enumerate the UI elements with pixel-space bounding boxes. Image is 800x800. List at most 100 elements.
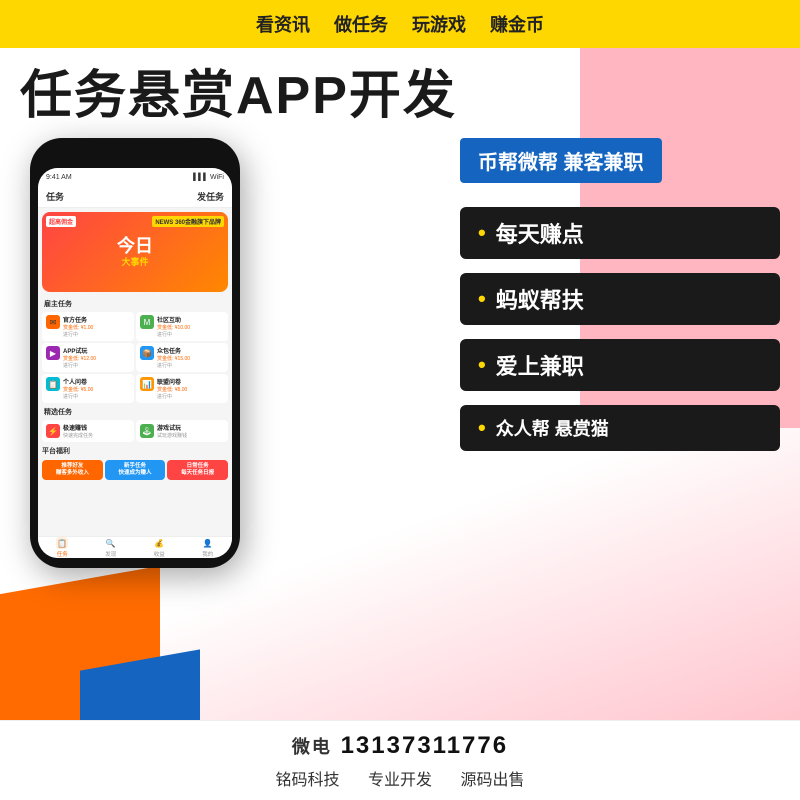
select-name-1: 游戏试玩 <box>157 423 224 432</box>
bullet-2: • <box>478 352 486 378</box>
nav-item-task[interactable]: 📋 任务 <box>38 537 87 558</box>
top-banner: 看资讯 做任务 玩游戏 赚金币 <box>0 0 800 48</box>
banner-item-2: 做任务 <box>334 11 388 37</box>
nav-label-task: 任务 <box>57 550 68 558</box>
task-item-1: M 社区互助 赏金低: ¥10.00 进行中 <box>136 312 228 341</box>
task-status-0: 进行中 <box>63 331 130 338</box>
phone-signal: ▌▌▌ WiFi <box>193 174 224 181</box>
welfare-item-0: 推荐好友赚客多外收入 <box>42 460 103 480</box>
select-item-1: 🕹 游戏试玩 试玩游戏赚钱 <box>136 420 228 442</box>
task-item-3: 📦 众包任务 赏金低: ¥15.00 进行中 <box>136 343 228 372</box>
task-info-0: 官方任务 赏金低: ¥1.00 进行中 <box>63 315 130 338</box>
feature-text-2: 爱上兼职 <box>496 349 584 381</box>
footer-service: 专业开发 <box>368 772 432 789</box>
task-info-1: 社区互助 赏金低: ¥10.00 进行中 <box>157 315 224 338</box>
phone-bottom-nav: 📋 任务 🔍 发现 💰 收益 👤 我的 <box>38 536 232 558</box>
nav-icon-task: 📋 <box>56 537 68 549</box>
phone-news-banner: 超高佣金 NEWS 360金融旗下品牌 今日大事件 <box>42 212 228 292</box>
nav-label-discover: 发现 <box>105 550 116 558</box>
select-icon-0: ⚡ <box>46 424 60 438</box>
task-info-3: 众包任务 赏金低: ¥15.00 进行中 <box>157 346 224 369</box>
footer-phone-label: 微电 <box>292 737 332 757</box>
footer: 微电 13137311776 铭码科技 专业开发 源码出售 <box>0 720 800 800</box>
task-name-2: APP试玩 <box>63 346 130 355</box>
banner-item-3: 玩游戏 <box>412 11 466 37</box>
nav-label-me: 我的 <box>202 550 213 558</box>
feature-item-0: • 每天赚点 <box>460 207 780 259</box>
select-info-0: 极速赚钱 快速完成任务 <box>63 423 130 439</box>
nav-item-me[interactable]: 👤 我的 <box>184 537 233 558</box>
task-name-4: 个人问卷 <box>63 377 130 386</box>
task-info-4: 个人问卷 赏金低: ¥5.00 进行中 <box>63 377 130 400</box>
feature-text-3: 众人帮 悬赏猫 <box>496 415 609 441</box>
task-icon-2: ▶ <box>46 346 60 360</box>
select-desc-1: 试玩游戏赚钱 <box>157 432 224 439</box>
nav-item-income[interactable]: 💰 收益 <box>135 537 184 558</box>
task-name-0: 官方任务 <box>63 315 130 324</box>
phone-notch <box>105 150 165 164</box>
welfare-section-title: 平台福利 <box>38 444 232 458</box>
task-reward-1: 赏金低: ¥10.00 <box>157 324 224 331</box>
task-reward-5: 赏金低: ¥8.00 <box>157 386 224 393</box>
task-info-2: APP试玩 赏金低: ¥12.00 进行中 <box>63 346 130 369</box>
feature-item-1: • 蚂蚁帮扶 <box>460 273 780 325</box>
task-icon-0: ✉ <box>46 315 60 329</box>
nav-icon-me: 👤 <box>202 537 214 549</box>
news-label: 超高佣金 <box>46 216 76 227</box>
task-icon-5: 📊 <box>140 377 154 391</box>
task-item-2: ▶ APP试玩 赏金低: ¥12.00 进行中 <box>42 343 134 372</box>
select-item-0: ⚡ 极速赚钱 快速完成任务 <box>42 420 134 442</box>
task-name-1: 社区互助 <box>157 315 224 324</box>
select-desc-0: 快速完成任务 <box>63 432 130 439</box>
select-grid: ⚡ 极速赚钱 快速完成任务 🕹 游戏试玩 试玩游戏赚钱 <box>38 418 232 444</box>
employer-section-title: 雇主任务 <box>38 296 232 310</box>
task-reward-2: 赏金低: ¥12.00 <box>63 355 130 362</box>
footer-company: 铭码科技 <box>276 772 340 789</box>
nav-label-income: 收益 <box>154 550 165 558</box>
banner-item-1: 看资讯 <box>256 11 310 37</box>
task-item-4: 📋 个人问卷 赏金低: ¥5.00 进行中 <box>42 374 134 403</box>
task-status-2: 进行中 <box>63 362 130 369</box>
feature-list: • 每天赚点 • 蚂蚁帮扶 • 爱上兼职 • 众人帮 悬赏猫 <box>460 207 780 451</box>
banner-item-4: 赚金币 <box>490 11 544 37</box>
footer-info: 铭码科技 专业开发 源码出售 <box>264 766 537 790</box>
footer-phone: 微电 13137311776 <box>292 732 508 760</box>
task-reward-4: 赏金低: ¥5.00 <box>63 386 130 393</box>
task-reward-0: 赏金低: ¥1.00 <box>63 324 130 331</box>
bullet-0: • <box>478 220 486 246</box>
main-title: 任务悬赏APP开发 <box>20 68 457 125</box>
nav-item-discover[interactable]: 🔍 发现 <box>87 537 136 558</box>
select-icon-1: 🕹 <box>140 424 154 438</box>
phone-header-right: 发任务 <box>197 190 224 203</box>
footer-phone-number: 13137311776 <box>341 732 509 759</box>
feature-item-2: • 爱上兼职 <box>460 339 780 391</box>
phone-header: 任务 发任务 <box>38 186 232 208</box>
footer-product: 源码出售 <box>460 772 524 789</box>
task-status-3: 进行中 <box>157 362 224 369</box>
task-name-5: 联盟问卷 <box>157 377 224 386</box>
bullet-3: • <box>478 415 486 441</box>
task-status-1: 进行中 <box>157 331 224 338</box>
task-name-3: 众包任务 <box>157 346 224 355</box>
phone-time: 9:41 AM <box>46 174 72 181</box>
task-status-5: 进行中 <box>157 393 224 400</box>
main-area: 任务悬赏APP开发 9:41 AM ▌▌▌ WiFi 任务 发任务 超高佣金 N <box>0 48 800 800</box>
select-info-1: 游戏试玩 试玩游戏赚钱 <box>157 423 224 439</box>
phone-status-bar: 9:41 AM ▌▌▌ WiFi <box>38 168 232 186</box>
task-status-4: 进行中 <box>63 393 130 400</box>
task-info-5: 联盟问卷 赏金低: ¥8.00 进行中 <box>157 377 224 400</box>
feature-text-0: 每天赚点 <box>496 217 584 249</box>
task-reward-3: 赏金低: ¥15.00 <box>157 355 224 362</box>
task-icon-4: 📋 <box>46 377 60 391</box>
right-panel: 币帮微帮 兼客兼职 • 每天赚点 • 蚂蚁帮扶 • 爱上兼职 • 众人帮 悬赏猫 <box>460 138 780 451</box>
task-icon-1: M <box>140 315 154 329</box>
nav-icon-discover: 🔍 <box>105 537 117 549</box>
welfare-item-1: 新手任务快速成为赚人 <box>105 460 166 480</box>
task-icon-3: 📦 <box>140 346 154 360</box>
welfare-item-2: 日常任务每天任务日报 <box>167 460 228 480</box>
task-grid: ✉ 官方任务 赏金低: ¥1.00 进行中 M 社区互助 赏金低: ¥10.00… <box>38 310 232 405</box>
phone-mockup: 9:41 AM ▌▌▌ WiFi 任务 发任务 超高佣金 NEWS 360金融旗… <box>30 138 240 568</box>
phone-header-left: 任务 <box>46 190 64 203</box>
nav-icon-income: 💰 <box>153 537 165 549</box>
news-main-text: 今日大事件 <box>117 236 153 268</box>
